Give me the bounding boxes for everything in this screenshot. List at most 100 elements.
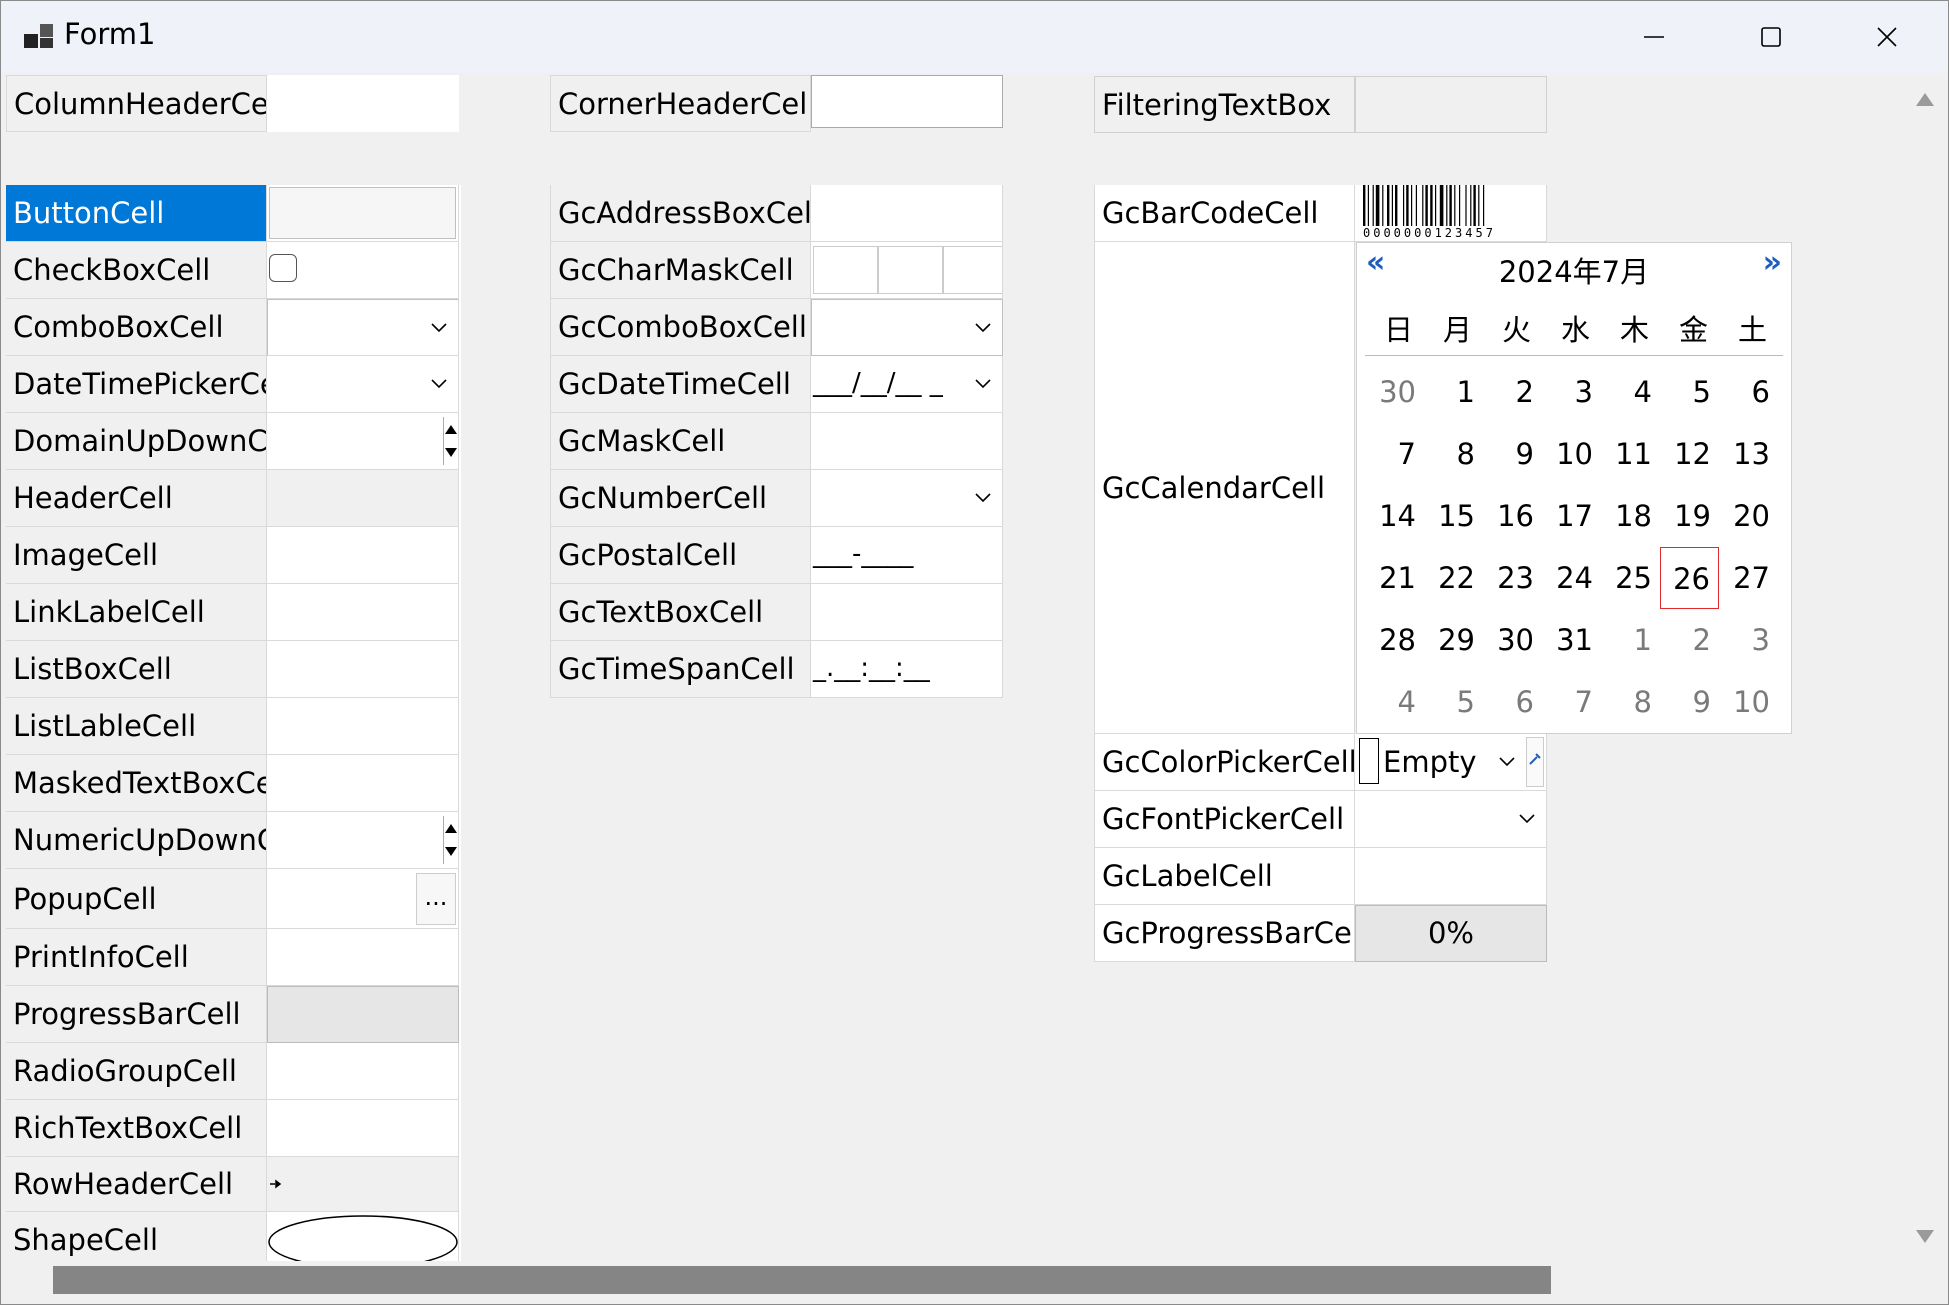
calendar-day[interactable]: 1: [1601, 609, 1660, 671]
calendar-day[interactable]: 16: [1483, 485, 1542, 547]
calendar-day[interactable]: 7: [1542, 671, 1601, 733]
calendar-day[interactable]: 23: [1483, 547, 1542, 609]
popup-cell[interactable]: ...: [267, 869, 459, 929]
chevron-down-icon[interactable]: [974, 322, 992, 334]
charmask-box[interactable]: [943, 246, 1002, 294]
calendar-day[interactable]: 3: [1719, 609, 1778, 671]
calendar-day[interactable]: 20: [1719, 485, 1778, 547]
calendar-day[interactable]: 2: [1483, 361, 1542, 423]
calendar-day[interactable]: 28: [1365, 609, 1424, 671]
checkbox[interactable]: [269, 254, 297, 282]
spin-down-icon[interactable]: [445, 847, 457, 856]
calendar-day[interactable]: 24: [1542, 547, 1601, 609]
spin-buttons[interactable]: [443, 816, 458, 864]
calendar-day[interactable]: 21: [1365, 547, 1424, 609]
calendar[interactable]: « 2024年7月 » 日月火水木金土 30 1 2 3 4 5 6 7 8 9 10 11 12 13 1…: [1356, 242, 1792, 734]
calendar-day[interactable]: 2: [1660, 609, 1719, 671]
calendar-day[interactable]: 10: [1719, 671, 1778, 733]
shape-cell[interactable]: [267, 1212, 459, 1261]
maskedtextbox-cell[interactable]: [267, 755, 459, 812]
spin-up-icon[interactable]: [445, 425, 457, 434]
chevron-down-icon[interactable]: [1498, 756, 1516, 768]
vertical-scrollbar[interactable]: [1902, 73, 1948, 1261]
gctextbox-cell[interactable]: [811, 584, 1003, 641]
calendar-day[interactable]: 10: [1542, 423, 1601, 485]
minimize-button[interactable]: [1596, 1, 1712, 73]
calendar-day[interactable]: 15: [1424, 485, 1483, 547]
eyedropper-button[interactable]: [1526, 737, 1544, 787]
gccombobox-cell[interactable]: [811, 299, 1003, 356]
calendar-day[interactable]: 11: [1601, 423, 1660, 485]
calendar-day[interactable]: 9: [1483, 423, 1542, 485]
gcaddressbox-cell[interactable]: [811, 185, 1003, 242]
linklabel-cell[interactable]: [267, 584, 459, 641]
horizontal-scroll-thumb[interactable]: [53, 1266, 1551, 1294]
datetimepicker-cell[interactable]: [267, 356, 459, 413]
close-button[interactable]: [1829, 1, 1945, 73]
gcdatetime-cell[interactable]: ___/__/__ _: [811, 356, 1003, 413]
scroll-down-icon[interactable]: [1915, 1229, 1935, 1245]
calendar-day[interactable]: 8: [1424, 423, 1483, 485]
corner-header-cell-value[interactable]: [811, 75, 1003, 128]
filtering-textbox-input[interactable]: [1355, 76, 1547, 133]
calendar-day[interactable]: 14: [1365, 485, 1424, 547]
column-header-cell-value[interactable]: [267, 75, 459, 132]
calendar-day[interactable]: 25: [1601, 547, 1660, 609]
calendar-day[interactable]: 12: [1660, 423, 1719, 485]
gcpostal-cell[interactable]: ___-____: [811, 527, 1003, 584]
richtextbox-cell[interactable]: [267, 1100, 459, 1157]
charmask-box[interactable]: [878, 246, 943, 294]
printinfo-cell[interactable]: [267, 929, 459, 986]
spin-down-icon[interactable]: [445, 448, 457, 457]
spin-up-icon[interactable]: [445, 824, 457, 833]
cell-button[interactable]: [269, 187, 456, 239]
gccharmask-cell[interactable]: [811, 242, 1003, 299]
chevron-down-icon[interactable]: [430, 322, 448, 334]
chevron-down-icon[interactable]: [1518, 813, 1536, 825]
calendar-day[interactable]: 9: [1660, 671, 1719, 733]
horizontal-scrollbar[interactable]: [1, 1261, 1902, 1304]
calendar-day[interactable]: 7: [1365, 423, 1424, 485]
combobox-cell[interactable]: [267, 299, 459, 356]
chevron-down-icon[interactable]: [430, 378, 448, 390]
calendar-day[interactable]: 4: [1601, 361, 1660, 423]
calendar-day[interactable]: 18: [1601, 485, 1660, 547]
calendar-today[interactable]: 26: [1660, 547, 1719, 609]
gcbarcode-cell[interactable]: 0000000123457: [1355, 185, 1547, 242]
radiogroup-cell[interactable]: [267, 1043, 459, 1100]
chevron-down-icon[interactable]: [974, 492, 992, 504]
gcnumber-cell[interactable]: [811, 470, 1003, 527]
domainupdown-cell[interactable]: [267, 413, 459, 470]
calendar-day[interactable]: 13: [1719, 423, 1778, 485]
calendar-day[interactable]: 30: [1365, 361, 1424, 423]
calendar-day[interactable]: 17: [1542, 485, 1601, 547]
image-cell[interactable]: [267, 527, 459, 584]
calendar-day[interactable]: 31: [1542, 609, 1601, 671]
button-cell[interactable]: [267, 185, 459, 242]
calendar-month-title[interactable]: 2024年7月: [1357, 249, 1791, 291]
checkbox-cell[interactable]: [267, 242, 459, 299]
calendar-day[interactable]: 19: [1660, 485, 1719, 547]
calendar-day[interactable]: 3: [1542, 361, 1601, 423]
chevron-down-icon[interactable]: [974, 378, 992, 390]
calendar-day[interactable]: 6: [1483, 671, 1542, 733]
calendar-day[interactable]: 5: [1660, 361, 1719, 423]
charmask-box[interactable]: [813, 246, 878, 294]
numericupdown-cell[interactable]: [267, 812, 459, 869]
calendar-day[interactable]: 8: [1601, 671, 1660, 733]
scroll-up-icon[interactable]: [1915, 91, 1935, 107]
listbox-cell[interactable]: [267, 641, 459, 698]
listlable-cell[interactable]: [267, 698, 459, 755]
calendar-day[interactable]: 22: [1424, 547, 1483, 609]
popup-button[interactable]: ...: [416, 873, 456, 925]
calendar-day[interactable]: 4: [1365, 671, 1424, 733]
spin-buttons[interactable]: [443, 417, 458, 465]
maximize-button[interactable]: [1713, 1, 1829, 73]
calendar-next-button[interactable]: »: [1763, 245, 1782, 280]
calendar-day[interactable]: 30: [1483, 609, 1542, 671]
gcmask-cell[interactable]: [811, 413, 1003, 470]
gcfontpicker-cell[interactable]: [1355, 791, 1547, 848]
gccolorpicker-cell[interactable]: Empty: [1355, 734, 1547, 791]
gctimespan-cell[interactable]: _.__:__:__: [811, 641, 1003, 698]
calendar-day[interactable]: 6: [1719, 361, 1778, 423]
